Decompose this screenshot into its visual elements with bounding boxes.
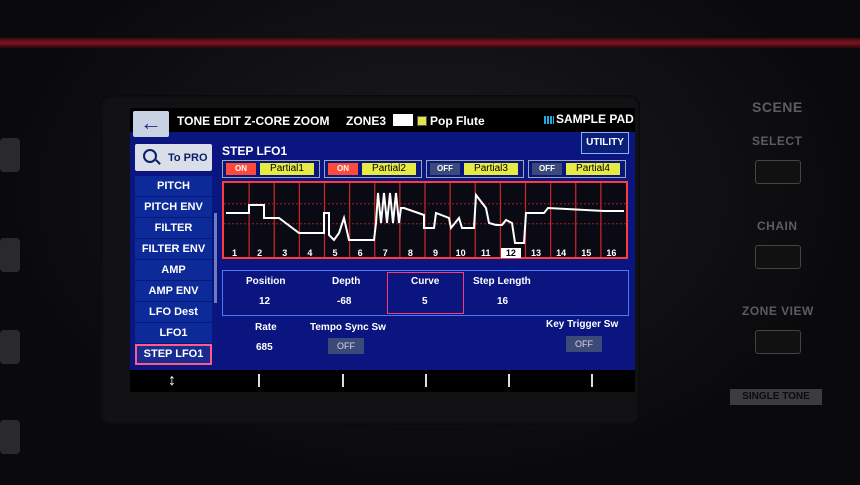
partial-switch[interactable]: OFF <box>532 163 562 175</box>
rate-value[interactable]: 685 <box>256 342 273 353</box>
depth-value[interactable]: -68 <box>337 296 351 307</box>
partial-name[interactable]: Partial3 <box>464 163 518 175</box>
tempo-sync-toggle[interactable]: OFF <box>328 338 364 354</box>
sidebar-item-pitch[interactable]: PITCH <box>135 176 212 196</box>
page-title: TONE EDIT Z-CORE ZOOM <box>177 114 330 128</box>
zone-color-box <box>393 114 413 126</box>
key-trigger-label: Key Trigger Sw <box>546 319 619 330</box>
step-number[interactable]: 11 <box>476 248 496 258</box>
side-button <box>0 238 20 272</box>
function-knob-marker[interactable] <box>591 374 593 387</box>
curve-value[interactable]: 5 <box>422 296 428 307</box>
to-pro-label: To PRO <box>168 152 208 164</box>
side-button <box>0 330 20 364</box>
utility-button[interactable]: UTILITY <box>581 132 629 154</box>
partial-switch[interactable]: ON <box>328 163 358 175</box>
red-trim <box>0 38 860 48</box>
arrow-left-icon: ← <box>140 110 162 135</box>
partial-3[interactable]: OFF Partial3 <box>426 160 524 178</box>
step-waveform <box>224 183 626 257</box>
panel-zone-view-label: ZONE VIEW <box>742 304 814 318</box>
lcd-screen: TONE EDIT Z-CORE ZOOM ZONE3 Pop Flute SA… <box>130 108 635 392</box>
position-value[interactable]: 12 <box>259 296 270 307</box>
step-number[interactable]: 7 <box>375 248 395 258</box>
partial-2[interactable]: ON Partial2 <box>324 160 422 178</box>
partial-name[interactable]: Partial2 <box>362 163 416 175</box>
up-down-arrow-icon[interactable]: ↕ <box>168 372 176 390</box>
depth-label: Depth <box>332 276 361 287</box>
step-number[interactable]: 3 <box>275 248 295 258</box>
partial-name[interactable]: Partial4 <box>566 163 620 175</box>
step-number[interactable]: 10 <box>451 248 471 258</box>
sample-pad-icon <box>544 115 554 124</box>
sidebar-item-lfo-dest[interactable]: LFO Dest <box>135 302 212 322</box>
sample-pad-button[interactable]: SAMPLE PAD <box>544 112 634 126</box>
sidebar-item-filter[interactable]: FILTER <box>135 218 212 238</box>
partial-switch[interactable]: ON <box>226 163 256 175</box>
to-pro-button[interactable]: To PRO <box>135 144 212 171</box>
sidebar-menu: PITCH PITCH ENV FILTER FILTER ENV AMP AM… <box>135 176 212 366</box>
sidebar-item-filter-env[interactable]: FILTER ENV <box>135 239 212 259</box>
partial-switch[interactable]: OFF <box>430 163 460 175</box>
step-number[interactable]: 8 <box>400 248 420 258</box>
step-number[interactable]: 2 <box>250 248 270 258</box>
side-button <box>0 138 20 172</box>
section-title: STEP LFO1 <box>222 144 288 158</box>
step-number[interactable]: 12 <box>500 248 521 258</box>
sidebar-item-step-lfo1[interactable]: STEP LFO1 <box>135 344 212 365</box>
step-number[interactable]: 5 <box>325 248 345 258</box>
step-number[interactable]: 4 <box>300 248 320 258</box>
partial-switches: ON Partial1 ON Partial2 OFF Partial3 OFF Partia… <box>222 160 629 178</box>
select-knob[interactable] <box>755 160 801 184</box>
step-length-value[interactable]: 16 <box>497 296 508 307</box>
sample-pad-label: SAMPLE PAD <box>556 112 634 126</box>
function-knob-marker[interactable] <box>425 374 427 387</box>
partial-name[interactable]: Partial1 <box>260 163 314 175</box>
rate-label: Rate <box>255 322 277 333</box>
tone-type-icon <box>417 116 427 126</box>
key-trigger-toggle[interactable]: OFF <box>566 336 602 352</box>
zoom-icon <box>143 149 157 163</box>
back-button[interactable]: ← <box>133 111 169 137</box>
step-numbers: 1 2 3 4 5 6 7 8 9 10 11 12 13 14 15 16 <box>222 248 624 260</box>
position-label: Position <box>246 276 286 287</box>
sidebar-item-amp[interactable]: AMP <box>135 260 212 280</box>
partial-4[interactable]: OFF Partial4 <box>528 160 626 178</box>
panel-scene-label: SCENE <box>752 99 803 115</box>
panel-chain-label: CHAIN <box>757 219 798 233</box>
sidebar-item-amp-env[interactable]: AMP ENV <box>135 281 212 301</box>
step-number[interactable]: 13 <box>526 248 546 258</box>
step-number[interactable]: 1 <box>225 248 245 258</box>
step-number[interactable]: 16 <box>601 248 621 258</box>
sidebar-item-pitch-env[interactable]: PITCH ENV <box>135 197 212 217</box>
bottom-bar: ↕ <box>130 370 635 392</box>
step-number[interactable]: 9 <box>426 248 446 258</box>
tempo-sync-label: Tempo Sync Sw <box>310 322 386 333</box>
step-length-label: Step Length <box>473 276 531 287</box>
sidebar-scrollbar[interactable] <box>214 213 217 303</box>
panel-select-label: SELECT <box>752 134 803 148</box>
sidebar-item-lfo1[interactable]: LFO1 <box>135 323 212 343</box>
step-number[interactable]: 14 <box>551 248 571 258</box>
zone-label: ZONE3 <box>346 114 387 128</box>
chain-knob[interactable] <box>755 245 801 269</box>
zone-view-knob[interactable] <box>755 330 801 354</box>
single-tone-button[interactable]: SINGLE TONE <box>730 389 822 405</box>
step-number[interactable]: 6 <box>350 248 370 258</box>
top-bar: TONE EDIT Z-CORE ZOOM ZONE3 Pop Flute SA… <box>130 108 635 132</box>
function-knob-marker[interactable] <box>342 374 344 387</box>
partial-1[interactable]: ON Partial1 <box>222 160 320 178</box>
curve-label: Curve <box>411 276 440 287</box>
function-knob-marker[interactable] <box>508 374 510 387</box>
tone-name: Pop Flute <box>430 114 485 128</box>
side-button <box>0 420 20 454</box>
function-knob-marker[interactable] <box>258 374 260 387</box>
step-number[interactable]: 15 <box>576 248 596 258</box>
